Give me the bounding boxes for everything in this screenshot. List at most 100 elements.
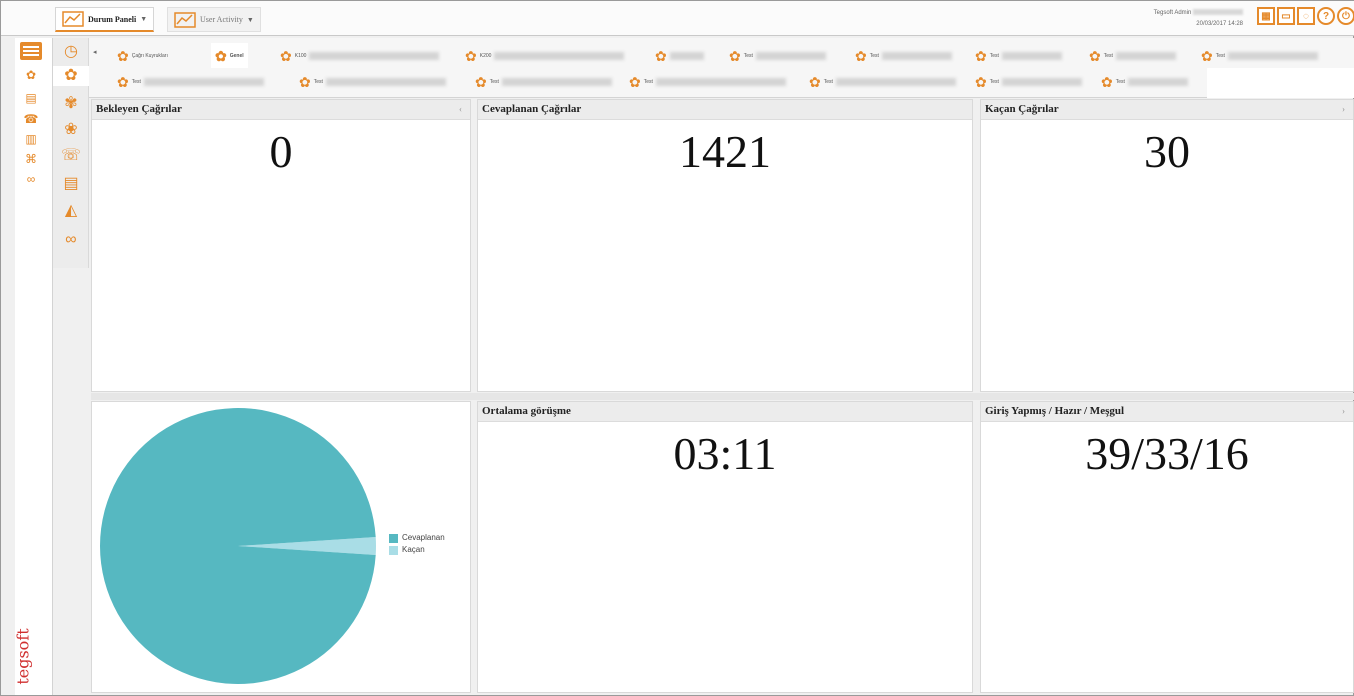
average-talk-value: 03:11 [673, 428, 777, 479]
brand-logo-text: tegsoft [13, 628, 33, 685]
blurred-tab-text [669, 51, 704, 60]
subtab-queue[interactable]: ✿ Test [851, 43, 956, 68]
blurred-tab-text [309, 51, 440, 60]
panel-answered-calls: Cevaplanan Çağrılar 1421 [477, 99, 973, 392]
queue-icon: ✿ [855, 47, 867, 64]
subtab-queue[interactable]: ✿ [651, 43, 708, 68]
subtab-queue[interactable]: ✿ Test [971, 69, 1086, 94]
queue-icon: ✿ [117, 47, 129, 64]
subtab-queue[interactable]: ✿ Test [1085, 43, 1180, 68]
chevron-left-icon[interactable]: ‹ [459, 100, 462, 119]
queue-icon: ✿ [1201, 47, 1213, 64]
user-extra-blurred [1193, 9, 1243, 16]
chat-icon[interactable]: ◌ [1297, 7, 1315, 25]
queue-icon: ✿ [975, 47, 987, 64]
phone-icon[interactable]: ☎ [22, 112, 40, 126]
subtab-genel[interactable]: ✿ Genel [211, 43, 248, 68]
blurred-tab-text [1115, 51, 1176, 60]
panel-title: Bekleyen Çağrılar ‹ [92, 100, 470, 120]
subtab-queue[interactable]: ✿ Test [725, 43, 830, 68]
queue-icon: ✿ [655, 47, 667, 64]
top-bar: Durum Paneli ▼ User Activity ▼ Tegsoft A… [1, 1, 1354, 36]
blurred-tab-text [835, 77, 956, 86]
legend-label: Kaçan [402, 545, 425, 554]
link-icon[interactable]: ∞ [61, 230, 81, 250]
chevron-left-icon[interactable]: ◂ [93, 48, 97, 56]
blurred-tab-text [655, 77, 786, 86]
second-rail: ◷ ✿ ✾ ❀ ☏ ▤ ◭ ∞ [53, 38, 89, 268]
blurred-tab-text [1001, 77, 1082, 86]
blurred-tab-text [881, 51, 952, 60]
subtab-k100[interactable]: ✿ K100 [276, 43, 443, 68]
brand-logo: tegsoft [13, 620, 49, 690]
blurred-tab-text [1127, 77, 1188, 86]
calendar-icon[interactable]: ▦ [1257, 7, 1275, 25]
top-icon-bar: ▦ ▭ ◌ ? ⏻ [1257, 7, 1354, 25]
queue-icon: ✿ [117, 73, 129, 90]
queue-icon: ✿ [215, 47, 227, 64]
group-icon[interactable]: ❀ [61, 120, 81, 140]
clock-icon[interactable]: ◷ [61, 42, 81, 62]
agent-status-value: 39/33/16 [1085, 428, 1249, 479]
blurred-tab-text [1001, 51, 1062, 60]
top-tab-user-activity[interactable]: User Activity ▼ [167, 7, 261, 32]
blurred-tab-text [755, 51, 826, 60]
panel-missed-calls: Kaçan Çağrılar › 30 [980, 99, 1354, 392]
queue-icon[interactable]: ✿ [22, 68, 40, 82]
pie-legend: Cevaplanan Kaçan [389, 532, 445, 556]
queue-icon: ✿ [299, 73, 311, 90]
waiting-calls-value: 0 [269, 126, 293, 177]
missed-calls-value: 30 [1144, 126, 1190, 177]
panel-average-talk: Ortalama görüşme 03:11 [477, 401, 973, 693]
agents-icon[interactable]: ✾ [61, 94, 81, 114]
blurred-tab-text [501, 77, 612, 86]
chevron-down-icon[interactable]: ▼ [140, 15, 147, 23]
subtab-queue[interactable]: ✿ Test [471, 69, 616, 94]
subtab-queue[interactable]: ✿ Test [625, 69, 790, 94]
user-name: Tegsoft Admin [1153, 10, 1192, 16]
chevron-down-icon[interactable]: ▼ [247, 16, 254, 24]
dashboard-chart-icon [174, 11, 196, 28]
blurred-tab-text [1227, 51, 1318, 60]
subtab-queue[interactable]: ✿ Test [113, 69, 268, 94]
answered-calls-value: 1421 [679, 126, 771, 177]
legend-item: Cevaplanan [389, 532, 445, 544]
dashboard-chart-icon [62, 11, 84, 27]
legend-label: Cevaplanan [402, 533, 445, 542]
panel-title: Cevaplanan Çağrılar [478, 100, 972, 120]
queue-icon[interactable]: ✿ [53, 66, 89, 86]
network-icon[interactable]: ⌘ [22, 152, 40, 166]
chevron-right-icon[interactable]: › [1342, 402, 1345, 421]
panel-title: Kaçan Çağrılar › [981, 100, 1353, 120]
top-tab-durum-paneli[interactable]: Durum Paneli ▼ [55, 7, 155, 32]
panel-agent-status: Giriş Yapmış / Hazır / Meşgul › 39/33/16 [980, 401, 1354, 693]
top-tab-label: User Activity [200, 15, 243, 24]
panel-title: Ortalama görüşme [478, 402, 972, 422]
phone-icon[interactable]: ☏ [61, 146, 81, 166]
user-datetime: 20/03/2017 14:28 [1196, 21, 1243, 27]
report-icon[interactable]: ▤ [22, 91, 40, 105]
subtab-queue[interactable]: ✿ Test [295, 69, 450, 94]
chart-icon[interactable]: ◭ [61, 201, 81, 221]
help-icon[interactable]: ? [1317, 7, 1335, 25]
hamburger-menu-icon[interactable] [20, 42, 42, 60]
chevron-right-icon[interactable]: › [1342, 100, 1345, 119]
window-icon[interactable]: ▭ [1277, 7, 1295, 25]
trash-icon[interactable]: ▥ [22, 132, 40, 146]
horizontal-splitter[interactable] [91, 393, 1354, 400]
blurred-tab-text [494, 51, 625, 60]
dashboard-tab-strip: ◂ ✿ Çağrı Kuyrukları ✿ Genel ✿ K100 ✿ K2… [89, 38, 1354, 98]
panel-call-pie-chart: Cevaplanan Kaçan [91, 401, 471, 693]
subtab-queue[interactable]: ✿ Test [971, 43, 1066, 68]
subtab-cagri-kuyruklari[interactable]: ✿ Çağrı Kuyrukları [113, 43, 172, 68]
blurred-tab-text [325, 77, 446, 86]
subtab-queue[interactable]: ✿ Test [1097, 69, 1192, 94]
subtab-k200[interactable]: ✿ K200 [461, 43, 628, 68]
subtab-queue[interactable]: ✿ Test [805, 69, 960, 94]
link-icon[interactable]: ∞ [22, 172, 40, 186]
power-icon[interactable]: ⏻ [1337, 7, 1354, 25]
left-rail: ✿ ▤ ☎ ▥ ⌘ ∞ tegsoft [13, 38, 53, 695]
queue-icon: ✿ [1089, 47, 1101, 64]
subtab-queue[interactable]: ✿ Test [1197, 43, 1322, 68]
report-icon[interactable]: ▤ [61, 174, 81, 194]
